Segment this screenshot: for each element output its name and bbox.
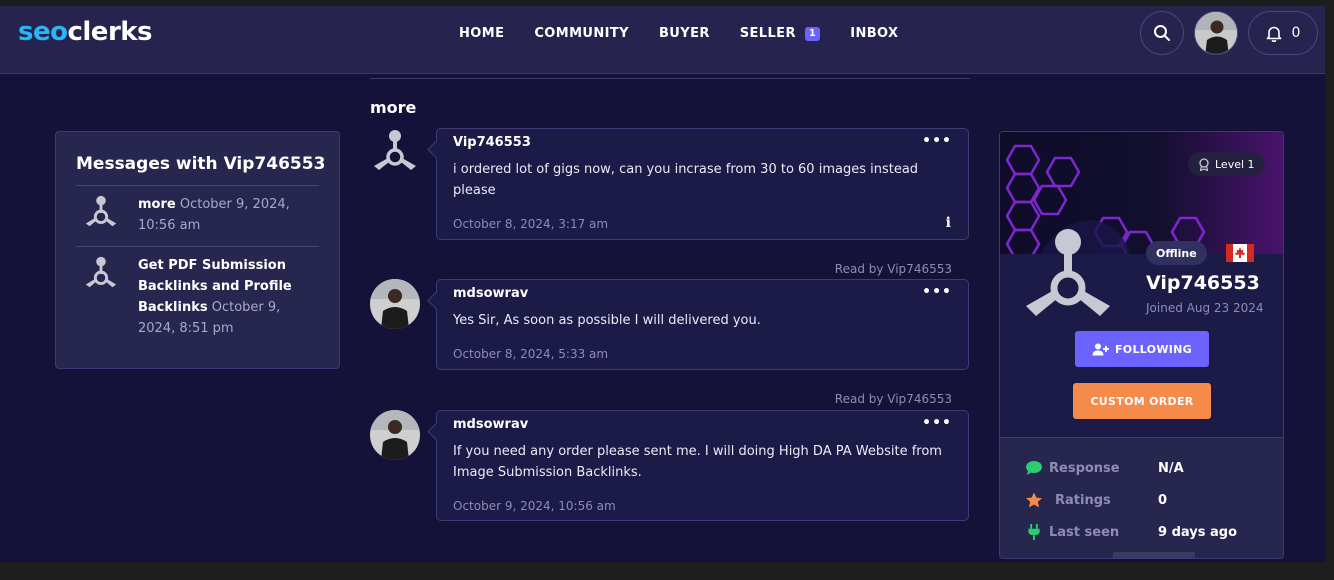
top-navbar: seoclerks HOME COMMUNITY BUYER SELLER 1 … — [0, 6, 1325, 74]
search-button[interactable] — [1140, 11, 1184, 55]
nav-home[interactable]: HOME — [459, 26, 504, 41]
stat-label: Ratings — [1055, 492, 1111, 508]
info-icon[interactable]: i — [946, 215, 951, 231]
divider — [370, 78, 970, 79]
main-nav: HOME COMMUNITY BUYER SELLER 1 INBOX — [459, 26, 928, 41]
conversation-text: more October 9, 2024, 10:56 am — [138, 194, 308, 236]
message-body: Yes Sir, As soon as possible I will deli… — [453, 313, 761, 328]
divider — [76, 246, 319, 247]
default-avatar-icon — [85, 256, 117, 288]
message-time: October 8, 2024, 3:17 am — [453, 217, 609, 231]
thread-title: more — [370, 98, 417, 117]
profile-name[interactable]: Vip746553 — [1146, 272, 1260, 294]
profile-stats: Response N/A Ratings 0 Last seen 9 days … — [1000, 437, 1283, 558]
default-avatar-icon[interactable] — [1018, 224, 1118, 324]
default-avatar-icon — [85, 195, 117, 227]
message-avatar[interactable] — [370, 279, 420, 329]
custom-order-button[interactable]: CUSTOM ORDER — [1073, 383, 1211, 419]
seoclerks-logo[interactable]: seoclerks — [18, 17, 153, 47]
divider — [76, 185, 319, 186]
nav-inbox[interactable]: INBOX — [850, 26, 898, 41]
message-author[interactable]: mdsowrav — [453, 417, 528, 432]
stat-value: 0 — [1158, 492, 1168, 508]
nav-seller[interactable]: SELLER 1 — [739, 26, 821, 41]
following-button[interactable]: FOLLOWING — [1075, 331, 1209, 367]
conversation-item[interactable]: Get PDF Submission Backlinks and Profile… — [76, 255, 319, 341]
plug-icon — [1028, 524, 1040, 540]
bell-icon — [1266, 26, 1281, 42]
read-receipt: Read by Vip746553 — [834, 262, 952, 276]
nav-seller-label: SELLER — [739, 26, 796, 41]
status-badge: Offline — [1146, 241, 1207, 265]
notifications-button[interactable]: 0 — [1248, 11, 1318, 55]
nav-community[interactable]: COMMUNITY — [534, 26, 629, 41]
message-menu-icon[interactable]: ••• — [922, 284, 952, 300]
message-bubble: Vip746553 ••• i ordered lot of gigs now,… — [436, 128, 969, 240]
message-author[interactable]: Vip746553 — [453, 135, 531, 150]
user-avatar[interactable] — [1194, 11, 1238, 55]
read-receipt: Read by Vip746553 — [834, 392, 952, 406]
following-label: FOLLOWING — [1114, 342, 1192, 356]
medal-icon — [1199, 157, 1209, 171]
message-body: If you need any order please sent me. I … — [453, 444, 942, 480]
search-icon — [1154, 25, 1170, 41]
stat-last-seen: Last seen 9 days ago — [1025, 522, 1265, 542]
conversation-subject: more — [138, 197, 176, 212]
message-menu-icon[interactable]: ••• — [922, 415, 952, 431]
user-plus-icon — [1092, 343, 1109, 355]
conversation-item[interactable]: more October 9, 2024, 10:56 am — [76, 194, 319, 244]
canada-flag-icon — [1226, 244, 1254, 262]
message-time: October 9, 2024, 10:56 am — [453, 499, 616, 513]
level-badge: Level 1 — [1188, 152, 1265, 176]
message-body: i ordered lot of gigs now, can you incra… — [453, 162, 919, 198]
message-avatar[interactable] — [370, 410, 420, 460]
scroll-tab[interactable] — [1113, 552, 1195, 558]
message-menu-icon[interactable]: ••• — [922, 133, 952, 149]
seller-badge: 1 — [804, 26, 821, 41]
stat-response: Response N/A — [1025, 458, 1265, 478]
conversations-panel: Messages with Vip746553 more October 9, … — [55, 131, 340, 369]
app-frame: seoclerks HOME COMMUNITY BUYER SELLER 1 … — [0, 6, 1325, 562]
stat-label: Last seen — [1049, 524, 1120, 540]
logo-clerks-text: clerks — [67, 17, 153, 47]
message-bubble: mdsowrav ••• Yes Sir, As soon as possibl… — [436, 279, 969, 370]
message-bubble: mdsowrav ••• If you need any order pleas… — [436, 410, 969, 521]
nav-buyer[interactable]: BUYER — [659, 26, 710, 41]
stat-ratings: Ratings 0 — [1025, 490, 1265, 510]
conversations-title: Messages with Vip746553 — [76, 154, 326, 174]
notifications-count: 0 — [1291, 25, 1301, 41]
level-label: Level 1 — [1215, 157, 1255, 171]
message-author[interactable]: mdsowrav — [453, 286, 528, 301]
stat-label: Response — [1049, 460, 1120, 476]
stat-value: N/A — [1158, 460, 1184, 476]
conversation-text: Get PDF Submission Backlinks and Profile… — [138, 255, 308, 339]
profile-joined-date: Joined Aug 23 2024 — [1146, 301, 1264, 315]
default-avatar-icon — [374, 130, 416, 170]
stat-value: 9 days ago — [1158, 524, 1237, 540]
star-icon — [1026, 492, 1042, 508]
message-time: October 8, 2024, 5:33 am — [453, 347, 609, 361]
logo-seo-text: seo — [18, 17, 68, 47]
chat-bubble-icon — [1026, 461, 1042, 475]
profile-card: Level 1 Offline Vip746553 Joined Aug 23 … — [999, 131, 1284, 559]
